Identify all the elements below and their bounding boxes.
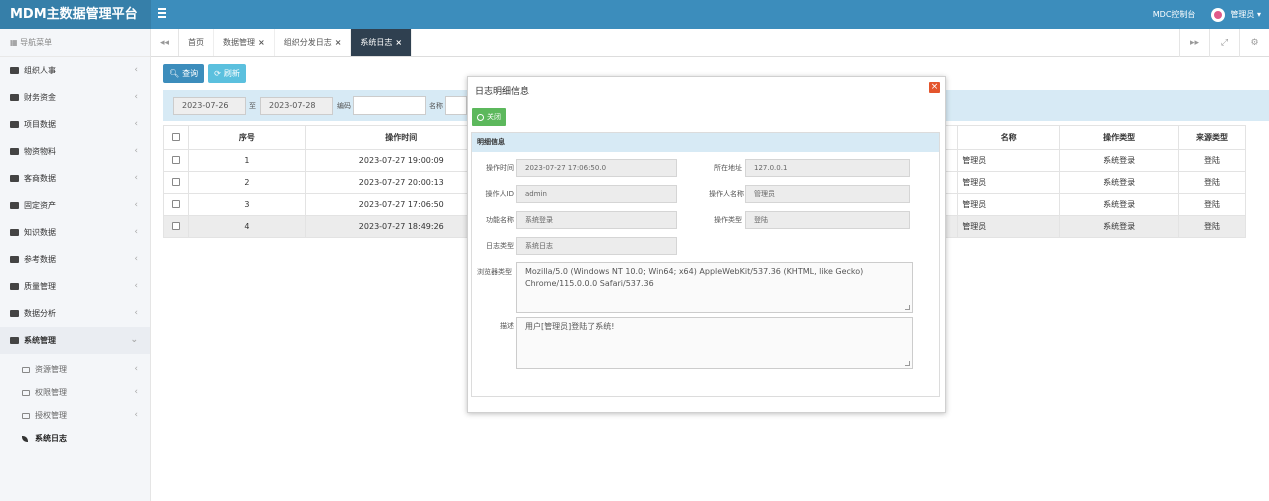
browser-textarea[interactable]: Mozilla/5.0 (Windows NT 10.0; Win64; x64… [516, 262, 913, 313]
func-name-field[interactable]: 系统登录 [516, 211, 677, 229]
close-icon[interactable]: × [335, 38, 342, 47]
sitemap-icon [10, 121, 19, 128]
tab-scroll-right-icon[interactable]: ▸▸ [1179, 29, 1209, 57]
grid-icon [10, 283, 19, 290]
sidebar-sub-authorize[interactable]: 授权管理 ‹ [0, 404, 150, 427]
date-to-input[interactable]: 2023-07-28 [260, 97, 333, 115]
sidebar-sub-permission[interactable]: 权限管理 ‹ [0, 381, 150, 404]
row-checkbox[interactable] [163, 171, 189, 194]
gear-icon[interactable]: ⚙ [1239, 29, 1269, 57]
nav-title: ▦ 导航菜单 [0, 29, 150, 57]
tab-bar: ◂◂ 首页 数据管理 × 组织分发日志 × 系统日志 × ▸▸ ⤢ ⚙ [151, 29, 1269, 57]
close-icon[interactable]: × [395, 38, 402, 47]
sidebar-item-org[interactable]: 组织人事 ‹ [0, 57, 150, 84]
operator-id-label: 操作人ID [485, 190, 514, 198]
book-icon [10, 229, 19, 236]
user-menu[interactable]: 管理员 ▾ [1230, 9, 1261, 20]
building-icon [10, 202, 19, 209]
row-checkbox[interactable] [163, 149, 189, 172]
sidebar: ▦ 导航菜单 组织人事 ‹ 财务资金 ‹ 项目数据 ‹ 物资物料 ‹ 客商数据 ‹ 固定资… [0, 29, 151, 501]
select-all-checkbox[interactable] [163, 125, 189, 150]
folder-icon [22, 389, 30, 396]
sidebar-item-finance[interactable]: 财务资金 ‹ [0, 84, 150, 111]
folder-icon [22, 412, 30, 419]
folder-icon [22, 366, 30, 373]
name-input[interactable] [445, 96, 467, 115]
sidebar-item-analysis[interactable]: 数据分析 ‹ [0, 300, 150, 327]
desc-label: 描述 [500, 322, 514, 330]
cubes-icon [10, 148, 19, 155]
browser-label: 浏览器类型 [477, 268, 512, 276]
tab-scroll-left-icon[interactable]: ◂◂ [151, 29, 179, 56]
col-name[interactable]: 名称 [957, 125, 1061, 150]
to-label: 至 [249, 102, 256, 110]
name-label: 名称 [429, 102, 443, 110]
toolbar: 🔍︎ 查询 ⟳ 刷新 [163, 64, 246, 83]
sidebar-item-assets[interactable]: 固定资产 ‹ [0, 192, 150, 219]
operator-id-field[interactable]: admin [516, 185, 677, 203]
close-circle-icon [477, 113, 484, 121]
sidebar-item-system[interactable]: 系统管理 ⌄ [0, 327, 150, 354]
modal-close-icon[interactable]: × [929, 82, 940, 93]
modal-title: 日志明细信息 [475, 87, 530, 97]
close-button[interactable]: 关闭 [472, 108, 506, 126]
tab-home[interactable]: 首页 [179, 29, 214, 56]
shop-icon [10, 175, 19, 182]
top-header: MDM主数据管理平台 MDC控制台 管理员 ▾ [0, 0, 1269, 29]
row-checkbox[interactable] [163, 193, 189, 216]
sidebar-sub-syslog[interactable]: 系统日志 [0, 427, 150, 450]
log-type-label: 日志类型 [486, 242, 514, 250]
tab-data-manage[interactable]: 数据管理 × [214, 29, 275, 56]
col-op-type[interactable]: 操作类型 [1059, 125, 1180, 150]
col-seq[interactable]: 序号 [187, 125, 306, 150]
log-type-field[interactable]: 系统日志 [516, 237, 677, 255]
sidebar-sub-resource[interactable]: 资源管理 ‹ [0, 358, 150, 381]
wallet-icon [10, 94, 19, 101]
close-icon[interactable]: × [258, 38, 265, 47]
code-label: 编码 [337, 102, 351, 110]
header-right: MDC控制台 管理员 ▾ [1153, 0, 1261, 29]
sidebar-item-reference[interactable]: 参考数据 ‹ [0, 246, 150, 273]
sidebar-item-quality[interactable]: 质量管理 ‹ [0, 273, 150, 300]
sidebar-item-merchant[interactable]: 客商数据 ‹ [0, 165, 150, 192]
fullscreen-icon[interactable]: ⤢ [1209, 29, 1239, 57]
query-button[interactable]: 🔍︎ 查询 [163, 64, 205, 83]
section-title: 明细信息 [472, 133, 939, 152]
sidebar-item-material[interactable]: 物资物料 ‹ [0, 138, 150, 165]
code-input[interactable] [353, 96, 426, 115]
desc-textarea[interactable]: 用户[管理员]登陆了系统! [516, 317, 913, 369]
sidebar-item-project[interactable]: 项目数据 ‹ [0, 111, 150, 138]
refresh-button[interactable]: ⟳ 刷新 [208, 64, 246, 83]
tab-system-log[interactable]: 系统日志 × [351, 29, 413, 56]
leaf-icon [22, 435, 28, 442]
user-avatar-icon[interactable] [1211, 7, 1226, 22]
detail-panel: 明细信息 操作时间 2023-07-27 17:06:50.0 所在地址 127… [471, 132, 940, 397]
refresh-icon: ⟳ [214, 69, 221, 78]
date-from-input[interactable]: 2023-07-26 [173, 97, 246, 115]
op-type-field[interactable]: 登陆 [745, 211, 910, 229]
wrench-icon [10, 337, 19, 344]
op-time-field[interactable]: 2023-07-27 17:06:50.0 [516, 159, 677, 177]
operator-name-field[interactable]: 管理员 [745, 185, 910, 203]
app-logo[interactable]: MDM主数据管理平台 [0, 0, 151, 29]
col-source-type[interactable]: 来源类型 [1178, 125, 1246, 150]
tab-actions: ▸▸ ⤢ ⚙ [1179, 29, 1269, 57]
operator-name-label: 操作人名称 [709, 190, 744, 198]
address-label: 所在地址 [714, 164, 742, 172]
search-icon: 🔍︎ [169, 69, 180, 78]
func-name-label: 功能名称 [486, 216, 514, 224]
row-checkbox[interactable] [163, 215, 189, 238]
mdc-console-link[interactable]: MDC控制台 [1153, 9, 1196, 20]
menu-toggle-icon[interactable] [158, 8, 168, 18]
tab-org-dist-log[interactable]: 组织分发日志 × [275, 29, 352, 56]
users-icon [10, 67, 19, 74]
chart-icon [10, 310, 19, 317]
address-field[interactable]: 127.0.0.1 [745, 159, 910, 177]
op-time-label: 操作时间 [486, 164, 514, 172]
list-icon [10, 256, 19, 263]
log-detail-modal: 日志明细信息 × 关闭 明细信息 操作时间 2023-07-27 17:06:5… [467, 76, 946, 413]
op-type-label: 操作类型 [714, 216, 742, 224]
sidebar-item-knowledge[interactable]: 知识数据 ‹ [0, 219, 150, 246]
